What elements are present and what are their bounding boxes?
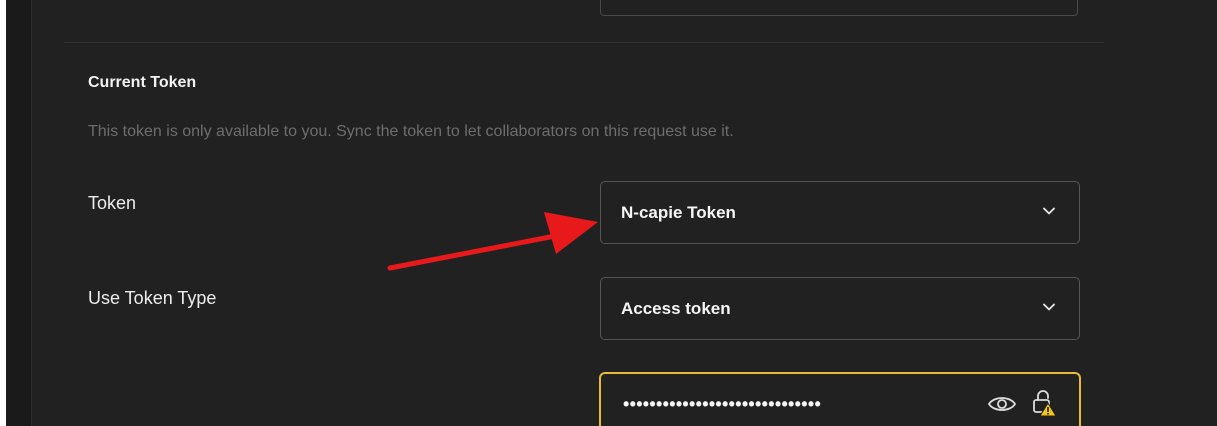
token-value-masked: ••••••••••••••••••••••••••••••: [623, 394, 822, 414]
lock-warning-icon[interactable]: [1031, 389, 1057, 417]
section-description: This token is only available to you. Syn…: [88, 123, 734, 140]
chevron-down-icon: [1043, 207, 1055, 215]
chevron-down-icon: [1043, 303, 1055, 311]
token-label: Token: [88, 193, 137, 213]
token-select[interactable]: N-capie Token: [600, 181, 1080, 244]
previous-field[interactable]: [600, 0, 1078, 16]
token-select-value: N-capie Token: [621, 203, 736, 222]
token-type-select[interactable]: Access token: [600, 277, 1080, 340]
section-title: Current Token: [88, 74, 197, 91]
section-divider: [64, 42, 1104, 43]
left-gutter: [6, 0, 32, 426]
screenshot-root: Current Token This token is only availab…: [0, 0, 1217, 426]
token-type-select-value: Access token: [621, 299, 731, 318]
eye-icon[interactable]: [987, 394, 1017, 414]
token-type-label: Use Token Type: [88, 288, 217, 308]
token-value-input[interactable]: ••••••••••••••••••••••••••••••: [599, 372, 1081, 426]
